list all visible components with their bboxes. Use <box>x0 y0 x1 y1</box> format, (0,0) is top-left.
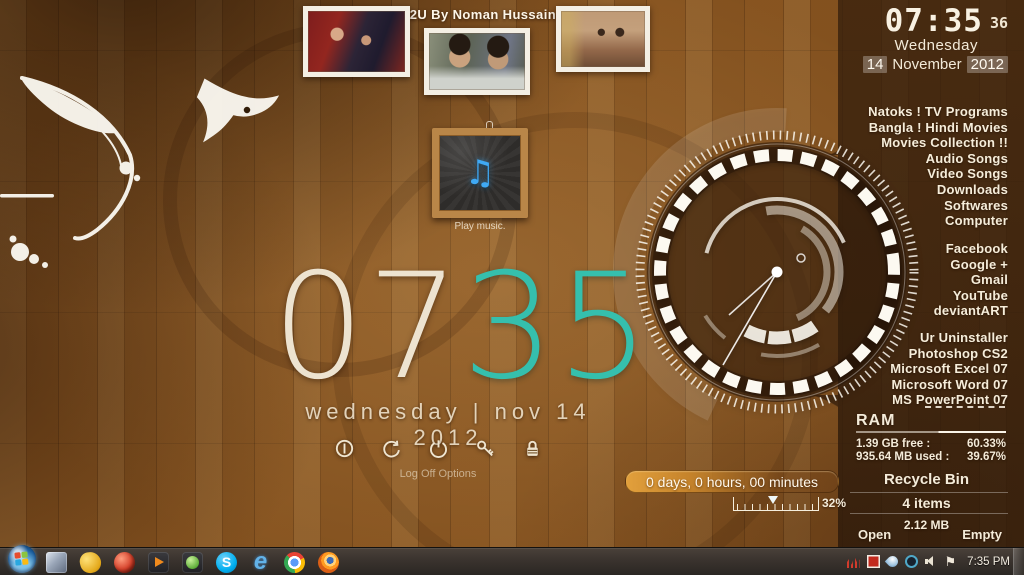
logoff-icon[interactable] <box>332 436 356 460</box>
big-clock-minutes: 35 <box>461 242 652 412</box>
media-player-icon[interactable] <box>148 551 169 573</box>
link-downloads[interactable]: Downloads <box>845 182 1008 198</box>
tray-clock[interactable]: 7:35 PM <box>967 556 1010 568</box>
link-video-songs[interactable]: Video Songs <box>845 166 1008 182</box>
two-men-photo <box>424 28 530 95</box>
date-day: 14 <box>862 56 888 73</box>
link-gmail[interactable]: Gmail <box>845 272 1008 288</box>
divider <box>850 513 1008 514</box>
ram-title: RAM <box>856 412 896 429</box>
yellow-app-icon[interactable] <box>78 549 103 575</box>
windows-logo-icon <box>14 551 29 566</box>
volume-slider[interactable] <box>733 496 819 511</box>
divider <box>850 492 1008 493</box>
ram-used-row: 935.64 MB used : 39.67% <box>856 451 1006 463</box>
volume-slider-thumb[interactable] <box>767 496 778 504</box>
recycle-bin-open-button[interactable]: Open <box>858 527 891 542</box>
link-photoshop-cs2[interactable]: Photoshop CS2 <box>845 346 1008 362</box>
desktop: B2U By Noman Hussain ♫ Play music. 07 35 … <box>0 0 1024 575</box>
red-app-icon[interactable] <box>114 551 135 573</box>
digital-clock-date: 14 November 2012 <box>862 56 1008 73</box>
power-icon[interactable] <box>426 436 450 460</box>
panel-fillet-top <box>802 80 838 155</box>
panel-fillet-bottom <box>790 395 838 480</box>
file-explorer-icon[interactable] <box>46 551 67 573</box>
uptime-bar: 0 days, 0 hours, 00 minutes <box>625 470 839 493</box>
link-computer[interactable]: Computer <box>845 213 1008 229</box>
digital-clock: 07:35 36 <box>885 5 1008 38</box>
digital-clock-weekday: Wednesday <box>894 37 978 54</box>
big-clock-hours: 07 <box>272 242 462 412</box>
adobe-app-icon[interactable] <box>866 555 880 568</box>
skype-icon[interactable]: S <box>216 551 237 573</box>
date-year: 2012 <box>966 56 1008 73</box>
apps-divider <box>925 406 1005 408</box>
restart-icon[interactable] <box>379 436 403 460</box>
link-natoks-tv-programs[interactable]: Natoks ! TV Programs <box>845 104 1008 120</box>
action-center-icon[interactable]: ⚑ <box>945 555 957 568</box>
ram-used-value: 39.67% <box>966 451 1006 463</box>
web-links-list: Facebook Google + Gmail YouTube deviantA… <box>845 241 1008 319</box>
internet-explorer-icon[interactable]: e <box>250 549 271 573</box>
link-microsoft-word[interactable]: Microsoft Word 07 <box>845 377 1008 393</box>
taskbar-icon-row: S e <box>46 549 339 575</box>
date-month: November <box>892 56 962 73</box>
taskbar: S e ⚑ 7:35 PM <box>0 545 1024 575</box>
ram-underline <box>856 431 1006 433</box>
media-links-list: Natoks ! TV Programs Bangla ! Hindi Movi… <box>845 104 1008 229</box>
ram-free-row: 1.39 GB free : 60.33% <box>856 438 1006 450</box>
system-tray: ⚑ 7:35 PM <box>846 548 1010 575</box>
family-photo <box>303 6 410 77</box>
power-options-row <box>332 436 544 460</box>
digital-clock-seconds: 36 <box>989 14 1008 32</box>
water-drop-icon[interactable] <box>884 553 900 570</box>
link-bangla-hindi-movies[interactable]: Bangla ! Hindi Movies <box>845 120 1008 136</box>
link-softwares[interactable]: Softwares <box>845 198 1008 214</box>
show-desktop-button[interactable] <box>1013 548 1024 575</box>
key-icon[interactable] <box>473 436 497 460</box>
portrait-photo <box>556 6 650 72</box>
link-facebook[interactable]: Facebook <box>845 241 1008 257</box>
chrome-icon[interactable] <box>284 551 305 573</box>
link-microsoft-excel[interactable]: Microsoft Excel 07 <box>845 361 1008 377</box>
widget-title: B2U By Noman Hussain <box>399 7 557 22</box>
app-links-list: Ur Uninstaller Photoshop CS2 Microsoft E… <box>845 330 1008 408</box>
big-clock: 07 35 <box>272 242 650 412</box>
recycle-bin-title: Recycle Bin <box>883 471 970 488</box>
link-youtube[interactable]: YouTube <box>845 288 1008 304</box>
volume-percent: 32% <box>822 496 847 510</box>
logoff-options-label: Log Off Options <box>399 468 477 480</box>
bird-art <box>0 76 280 268</box>
link-ur-uninstaller[interactable]: Ur Uninstaller <box>845 330 1008 346</box>
green-music-app-icon[interactable] <box>182 551 203 573</box>
link-google-plus[interactable]: Google + <box>845 257 1008 273</box>
start-button[interactable] <box>8 545 36 573</box>
firefox-icon[interactable] <box>318 551 339 573</box>
recycle-bin-empty-button[interactable]: Empty <box>962 527 1002 542</box>
lock-icon[interactable] <box>520 436 544 460</box>
music-caption: Play music. <box>454 221 506 232</box>
link-deviantart[interactable]: deviantART <box>845 303 1008 319</box>
play-music-launcher[interactable]: ♫ <box>432 128 528 218</box>
audio-meter-icon[interactable] <box>846 556 860 568</box>
volume-icon[interactable] <box>924 555 938 568</box>
ram-free-label: 1.39 GB free : <box>856 438 931 450</box>
recycle-bin-count: 4 items <box>902 495 951 511</box>
blue-ring-app-icon[interactable] <box>904 555 918 568</box>
uptime-text: 0 days, 0 hours, 00 minutes <box>646 473 818 490</box>
link-movies-collection[interactable]: Movies Collection !! <box>845 135 1008 151</box>
digital-clock-time: 07:35 <box>884 3 983 39</box>
link-audio-songs[interactable]: Audio Songs <box>845 151 1008 167</box>
music-note-icon: ♫ <box>464 153 496 193</box>
ram-used-label: 935.64 MB used : <box>856 451 950 463</box>
ram-free-value: 60.33% <box>966 438 1006 450</box>
